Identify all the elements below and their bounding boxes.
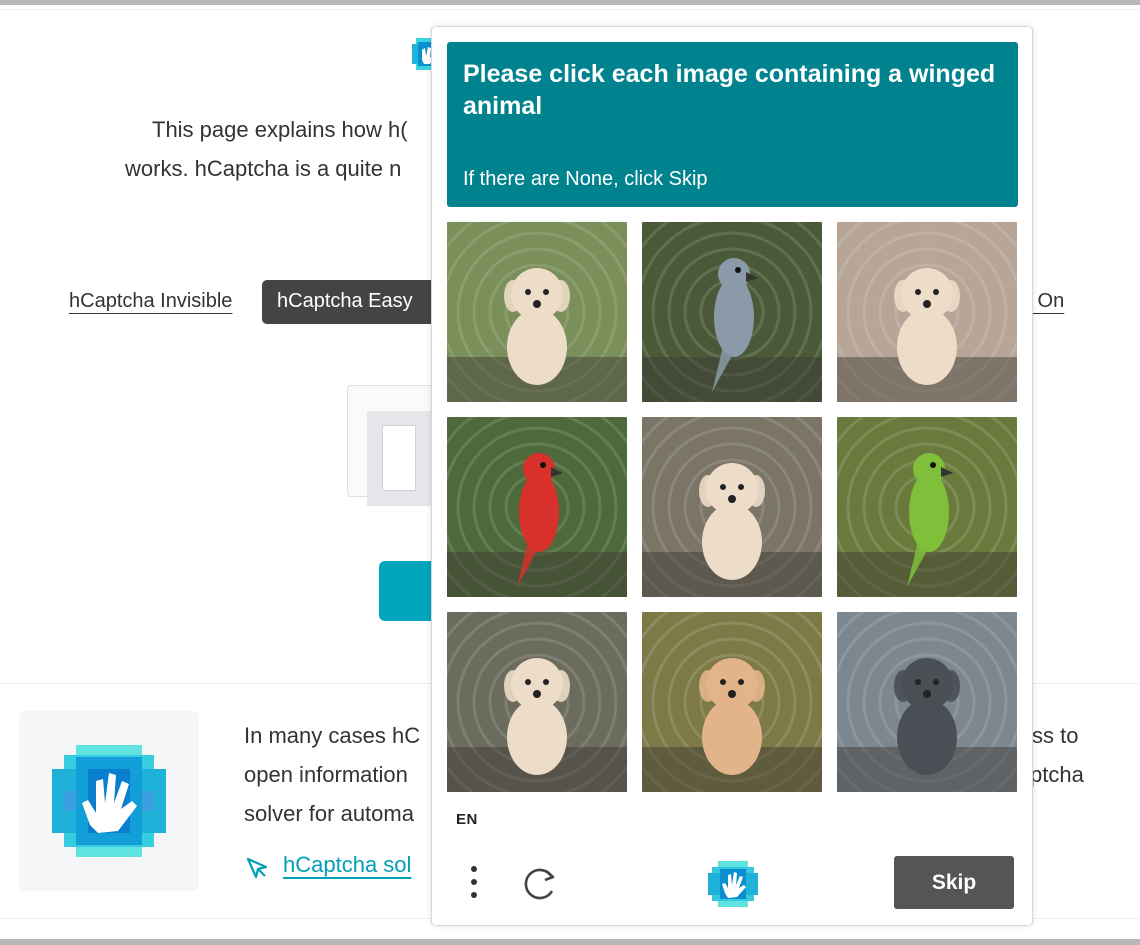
dog-image bbox=[837, 222, 1017, 402]
dog-image bbox=[447, 222, 627, 402]
dog-image bbox=[642, 417, 822, 597]
refresh-icon[interactable] bbox=[520, 863, 560, 903]
parrot-image bbox=[447, 417, 627, 597]
pointer-icon bbox=[246, 857, 268, 879]
top-border bbox=[0, 0, 1140, 5]
challenge-image-tile-1[interactable] bbox=[447, 222, 627, 402]
info-text-right-line1: ss to bbox=[1032, 723, 1079, 748]
hcaptcha-logo-icon bbox=[708, 861, 758, 907]
captcha-challenge-dialog: Please click each image containing a win… bbox=[431, 26, 1033, 926]
vertical-dots-icon[interactable] bbox=[462, 862, 486, 902]
language-selector[interactable]: EN bbox=[456, 811, 478, 828]
challenge-subtitle: If there are None, click Skip bbox=[463, 168, 708, 190]
parrot-image bbox=[642, 222, 822, 402]
dog-image bbox=[837, 612, 1017, 792]
challenge-image-tile-6[interactable] bbox=[837, 417, 1017, 597]
parrot-image bbox=[837, 417, 1017, 597]
info-text-line2: open information bbox=[244, 762, 408, 787]
dog-image bbox=[642, 612, 822, 792]
skip-button[interactable]: Skip bbox=[894, 856, 1014, 909]
challenge-image-tile-2[interactable] bbox=[642, 222, 822, 402]
hcaptcha-solver-link[interactable]: hCaptcha sol bbox=[283, 852, 411, 878]
challenge-image-tile-4[interactable] bbox=[447, 417, 627, 597]
top-border-line bbox=[0, 9, 1140, 10]
challenge-image-tile-7[interactable] bbox=[447, 612, 627, 792]
tab-hcaptcha-invisible[interactable]: hCaptcha Invisible bbox=[69, 290, 232, 313]
challenge-image-tile-5[interactable] bbox=[642, 417, 822, 597]
challenge-image-tile-9[interactable] bbox=[837, 612, 1017, 792]
intro-text-line1: This page explains how h( bbox=[152, 117, 408, 142]
challenge-prompt: Please click each image containing a win… bbox=[447, 42, 1018, 207]
tab-hcaptcha-easy[interactable]: hCaptcha Easy bbox=[262, 280, 442, 324]
dog-image bbox=[447, 612, 627, 792]
info-text-line1: In many cases hC bbox=[244, 723, 421, 748]
info-text-right-line2: ptcha bbox=[1030, 762, 1084, 787]
challenge-image-tile-8[interactable] bbox=[642, 612, 822, 792]
captcha-checkbox[interactable] bbox=[382, 425, 416, 491]
info-text-line3: solver for automa bbox=[244, 801, 414, 826]
intro-text-line2: works. hCaptcha is a quite n bbox=[125, 156, 402, 181]
challenge-image-tile-3[interactable] bbox=[837, 222, 1017, 402]
challenge-title: Please click each image containing a win… bbox=[463, 60, 996, 120]
hcaptcha-logo-icon bbox=[52, 745, 166, 857]
bottom-border bbox=[0, 939, 1140, 945]
